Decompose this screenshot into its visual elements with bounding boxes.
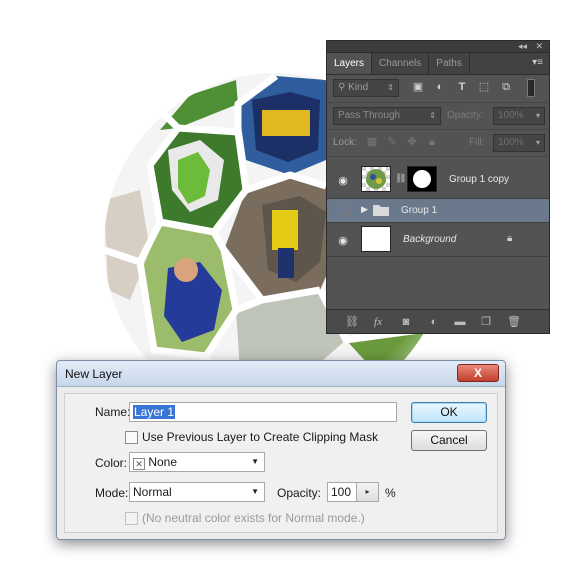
chevron-right-icon[interactable]: ▶	[361, 204, 368, 215]
layers-panel: ◂◂ ✕ Layers Channels Paths ▾≡ ⚲ Kind ⇕ ▣…	[326, 40, 550, 334]
tab-paths[interactable]: Paths	[429, 53, 470, 74]
no-color-icon: ✕	[133, 458, 145, 470]
lock-pixels-icon[interactable]: ✎	[385, 136, 399, 149]
layer-row-background[interactable]: ◉ Background 🔒︎	[327, 223, 549, 257]
blend-mode-value: Pass Through	[338, 110, 401, 121]
layer-row-group-1-copy[interactable]: ◉ ⛓ Group 1 copy	[327, 161, 549, 199]
link-layers-icon[interactable]: ⛓	[345, 315, 359, 329]
group-thumbnail-ball	[366, 169, 386, 189]
lock-all-icon[interactable]: 🔒︎	[425, 136, 439, 149]
mode-label: Mode:	[95, 486, 129, 500]
opacity-label: Opacity:	[277, 486, 322, 500]
chevron-right-icon: ▸	[365, 487, 370, 496]
fill-input[interactable]: 100% ▾	[493, 134, 545, 152]
adjustment-layer-icon[interactable]: ◐	[427, 315, 441, 329]
panel-menu-icon[interactable]: ▾≡	[532, 57, 543, 68]
opacity-stepper[interactable]: ▸	[357, 482, 379, 502]
folder-icon	[373, 203, 389, 216]
layer-row-group-1[interactable]: ▶ Group 1	[327, 199, 549, 223]
image-filter-icon[interactable]: ▣	[411, 81, 425, 94]
cancel-button[interactable]: Cancel	[411, 430, 487, 451]
blend-mode-dropdown[interactable]: Pass Through ⇕	[333, 107, 441, 125]
dialog-title-bar[interactable]: New Layer X	[57, 361, 505, 387]
name-value: Layer 1	[133, 405, 176, 419]
dialog-body: Name: Layer 1 Use Previous Layer to Crea…	[64, 393, 498, 533]
name-input[interactable]: Layer 1	[129, 402, 397, 422]
adjustment-filter-icon[interactable]: ◐	[433, 81, 447, 94]
opacity-input[interactable]: 100% ▾	[493, 107, 545, 125]
neutral-color-label: (No neutral color exists for Normal mode…	[142, 511, 365, 525]
blend-row: Pass Through ⇕ Opacity: 100% ▾	[327, 103, 549, 130]
color-value: None	[148, 455, 178, 469]
visibility-toggle-empty[interactable]	[337, 204, 349, 216]
kind-filter-dropdown[interactable]: ⚲ Kind ⇕	[333, 79, 399, 97]
smart-object-filter-icon[interactable]: ⧉	[499, 81, 513, 94]
collapse-icon[interactable]: ◂◂	[518, 41, 527, 52]
chevron-down-icon: ▾	[535, 111, 540, 120]
mode-select[interactable]: Normal ▼	[129, 482, 265, 502]
delete-layer-icon[interactable]: 🗑︎	[507, 315, 521, 329]
shape-filter-icon[interactable]: ⬚	[477, 81, 491, 94]
panel-title-bar[interactable]: ◂◂ ✕	[327, 41, 549, 53]
layer-name[interactable]: Group 1	[401, 205, 437, 216]
chevron-down-icon: ▾	[535, 138, 540, 147]
mask-thumbnail[interactable]	[407, 166, 437, 192]
lock-transparency-icon[interactable]: ▦	[365, 136, 379, 149]
layer-thumbnail	[361, 166, 391, 192]
opacity-input[interactable]: 100	[327, 482, 357, 502]
clipping-mask-checkbox[interactable]	[125, 431, 138, 444]
close-icon: X	[473, 366, 482, 380]
layer-name[interactable]: Background	[403, 234, 456, 245]
color-select[interactable]: ✕ None ▼	[129, 452, 265, 472]
new-group-icon[interactable]: ▬	[453, 315, 467, 329]
updown-icon: ⇕	[429, 111, 436, 120]
eye-icon[interactable]: ◉	[335, 234, 351, 247]
name-label: Name:	[95, 405, 131, 419]
opacity-unit: %	[385, 486, 396, 500]
panel-bottom-toolbar: ⛓ fx ◙ ◐ ▬ ❐ 🗑︎	[327, 309, 549, 333]
tab-channels[interactable]: Channels	[372, 53, 430, 74]
kind-filter-label: Kind	[348, 82, 369, 93]
opacity-label: Opacity:	[447, 110, 484, 121]
new-layer-icon[interactable]: ❐	[479, 315, 493, 329]
lock-icon: 🔒︎	[507, 233, 513, 244]
filter-row: ⚲ Kind ⇕ ▣ ◐ T ⬚ ⧉	[327, 75, 549, 103]
close-panel-icon[interactable]: ✕	[535, 41, 543, 52]
fill-label: Fill:	[469, 137, 485, 148]
tab-layers[interactable]: Layers	[327, 53, 373, 74]
lock-label: Lock:	[333, 137, 357, 148]
fx-icon[interactable]: fx	[371, 315, 385, 329]
filter-toggle[interactable]	[527, 79, 535, 97]
mask-circle	[413, 170, 431, 188]
fill-value: 100%	[498, 137, 524, 148]
layer-thumbnail	[361, 226, 391, 252]
color-label: Color:	[95, 456, 128, 470]
lock-row: Lock: ▦ ✎ ✥ 🔒︎ Fill: 100% ▾	[327, 130, 549, 157]
neutral-color-checkbox	[125, 512, 138, 525]
chevron-down-icon: ▼	[251, 457, 259, 466]
panel-tabs: Layers Channels Paths ▾≡	[327, 53, 549, 75]
type-filter-icon[interactable]: T	[455, 81, 469, 94]
layer-mask-icon[interactable]: ◙	[399, 315, 413, 329]
dialog-title: New Layer	[65, 367, 123, 381]
opacity-value: 100%	[498, 110, 524, 121]
lock-position-icon[interactable]: ✥	[405, 136, 419, 149]
mode-value: Normal	[133, 485, 172, 499]
ok-button[interactable]: OK	[411, 402, 487, 423]
opacity-value: 100	[331, 485, 352, 499]
close-button[interactable]: X	[457, 364, 499, 382]
chevron-down-icon: ▼	[251, 487, 259, 496]
link-icon[interactable]: ⛓	[395, 173, 406, 184]
eye-icon[interactable]: ◉	[335, 174, 351, 187]
new-layer-dialog: New Layer X Name: Layer 1 Use Previous L…	[56, 360, 506, 540]
search-icon: ⚲	[338, 82, 349, 93]
canvas: ◂◂ ✕ Layers Channels Paths ▾≡ ⚲ Kind ⇕ ▣…	[0, 0, 569, 569]
clipping-mask-label[interactable]: Use Previous Layer to Create Clipping Ma…	[142, 430, 378, 444]
updown-icon: ⇕	[387, 83, 394, 92]
layer-name[interactable]: Group 1 copy	[449, 174, 509, 185]
